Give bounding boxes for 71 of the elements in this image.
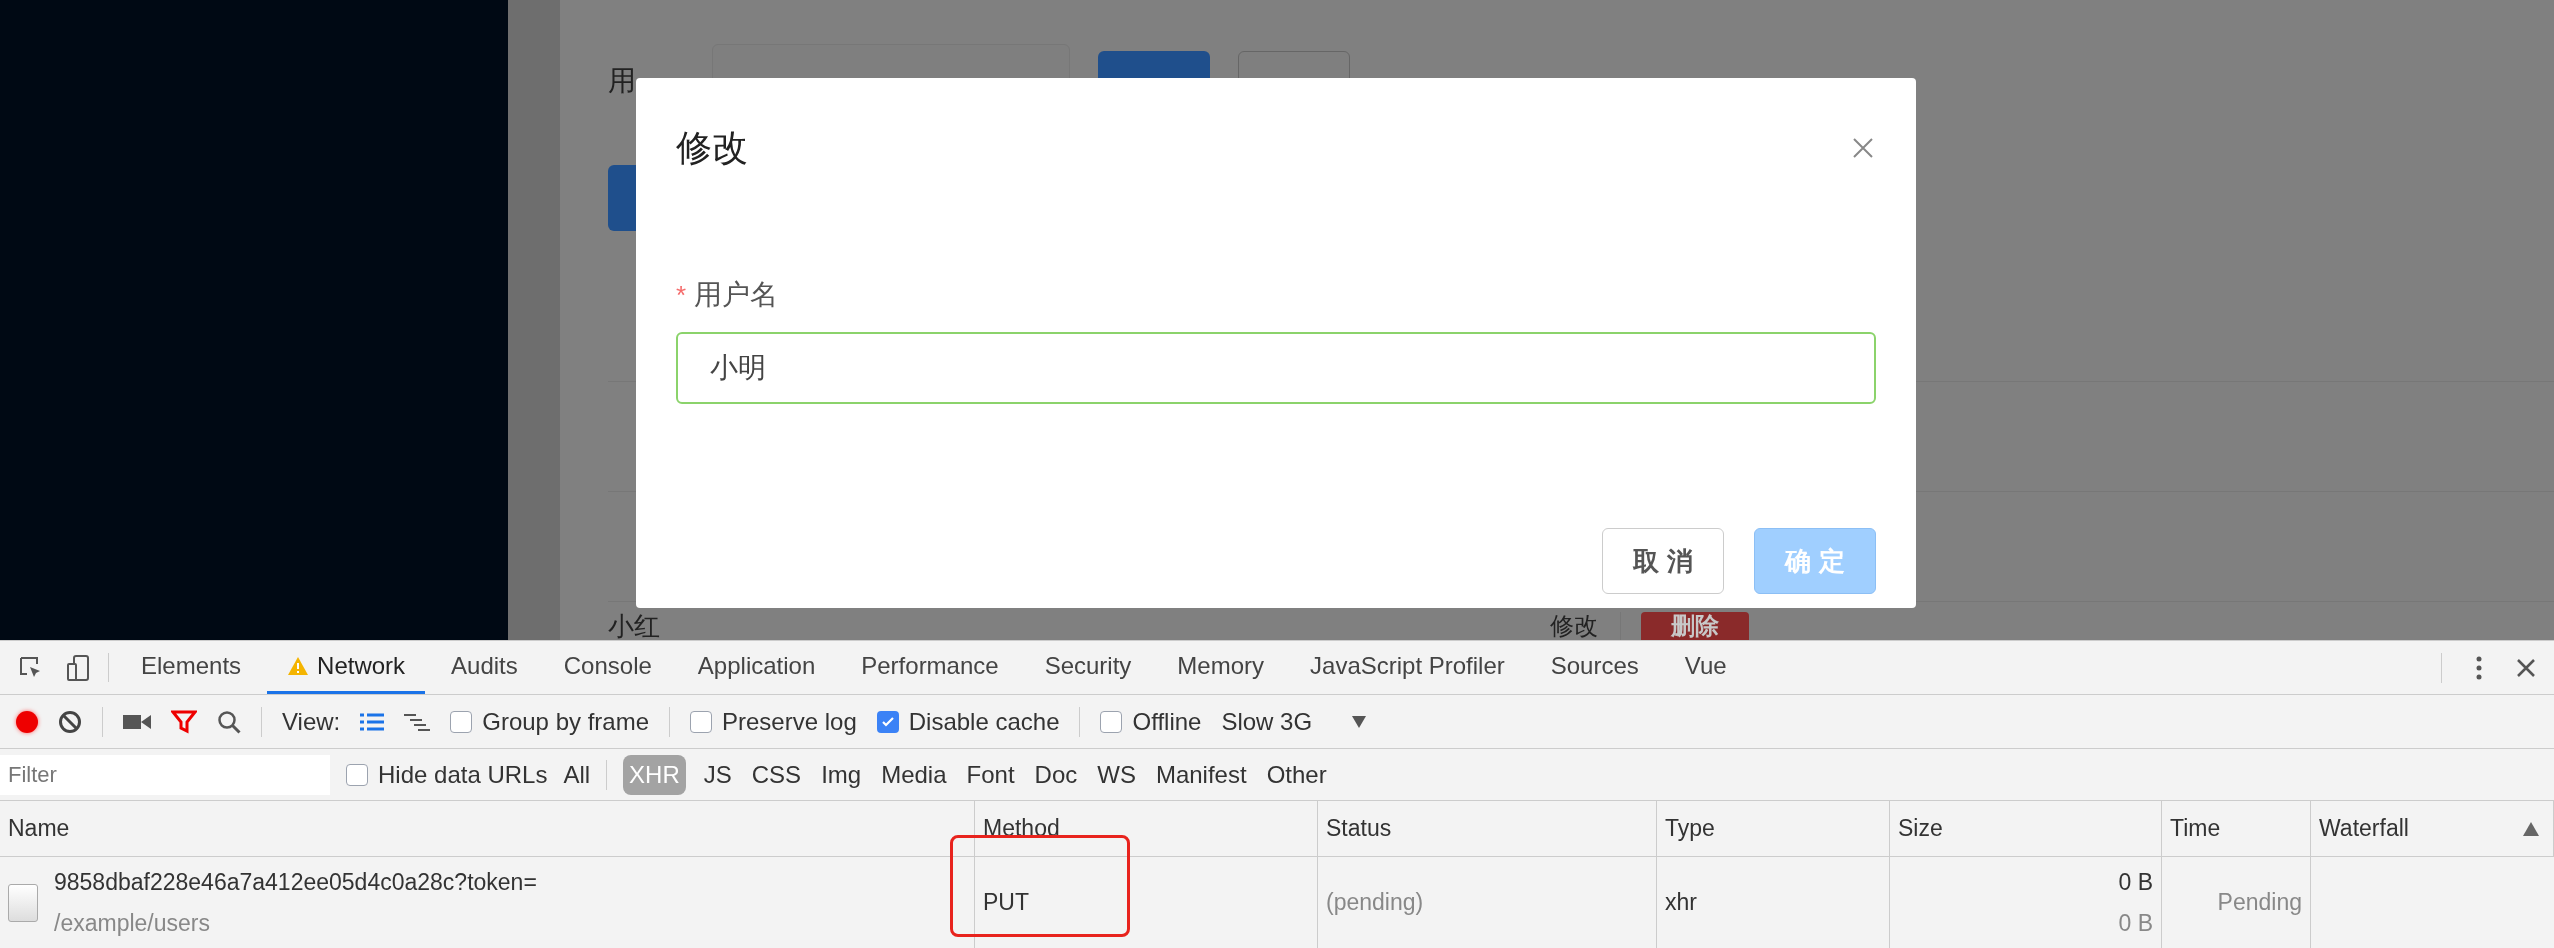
checkbox[interactable] [450,710,473,733]
file-icon [8,883,38,922]
list-view-icon[interactable] [360,712,385,731]
filter-type[interactable]: CSS [749,756,804,793]
devtools-tab[interactable]: Elements [121,641,262,694]
view-label: View: [282,706,341,737]
column-header[interactable]: Waterfall [2311,801,2554,856]
option-label: Offline [1132,706,1202,737]
action-button[interactable]: 删除 [1641,612,1749,640]
sort-icon [2523,821,2539,836]
devtools-tab[interactable]: Security [1024,641,1152,694]
required-mark: * [676,278,687,312]
username-field[interactable]: 小明 [676,332,1876,404]
check-icon [880,714,895,729]
table-cell-text: xhr [1665,888,1697,918]
waterfall-view-icon[interactable] [404,712,431,731]
table-cell-text: 0 B [2118,868,2153,897]
checkbox[interactable] [346,763,368,786]
column-header[interactable]: Type [1657,801,1890,856]
search-label: 用 [608,64,637,98]
filter-icon[interactable] [171,709,197,734]
checkbox[interactable] [690,710,712,733]
checkbox[interactable] [876,710,899,733]
device-icon[interactable] [66,653,90,682]
table-cell-text: (pending) [1326,888,1424,918]
filter-type[interactable]: Media [879,756,949,793]
filter-field[interactable]: Filter [0,754,330,795]
dropdown-icon[interactable] [1352,715,1367,728]
record-button[interactable] [16,710,38,733]
table-cell-text: 小红 [608,612,661,640]
camera-icon[interactable] [123,712,151,731]
filter-type[interactable]: JS [701,756,734,793]
dialog-title: 修改 [676,126,748,170]
close-icon[interactable] [2516,657,2536,678]
checkbox[interactable] [1100,710,1123,733]
devtools-tab[interactable]: Vue [1664,641,1747,694]
devtools-tab[interactable]: Memory [1157,641,1285,694]
filter-type[interactable]: All [563,756,591,793]
filter-type[interactable]: Other [1264,756,1329,793]
devtools-tab[interactable]: Network [267,641,426,694]
devtools-tab[interactable]: Sources [1530,641,1659,694]
option-label: Disable cache [908,706,1060,737]
filter-type[interactable]: Img [819,756,864,793]
option-label: Preserve log [722,706,857,737]
filter-type[interactable]: WS [1095,756,1138,793]
close-icon[interactable] [1852,137,1874,159]
column-header[interactable]: Status [1318,801,1657,856]
devtools-tab[interactable]: Performance [841,641,1019,694]
field-label: 用户名 [694,278,779,312]
option-label: Hide data URLs [378,759,548,790]
devtools-tab[interactable]: Console [543,641,672,694]
more-icon[interactable] [2476,655,2482,680]
table-cell-text: PUT [983,888,1029,918]
table-cell-text: Pending [2217,888,2302,918]
table-cell-text: 0 B [2118,908,2153,938]
clear-icon[interactable] [58,709,82,734]
column-header[interactable]: Time [2162,801,2311,856]
column-header[interactable]: Name [0,801,975,856]
devtools-tab[interactable]: Audits [431,641,538,694]
filter-type[interactable]: Manifest [1153,756,1249,793]
filter-type[interactable]: Font [964,756,1017,793]
devtools-tab[interactable]: Application [677,641,836,694]
throttle-select[interactable]: Slow 3G [1221,703,1313,740]
filter-type[interactable]: Doc [1032,756,1080,793]
cancel-button[interactable]: 取 消 [1602,528,1724,594]
option-label: Group by frame [482,706,649,737]
search-icon[interactable] [217,709,241,734]
request-path: /example/users [54,908,211,938]
column-header[interactable]: Size [1890,801,2162,856]
request-name[interactable]: 9858dbaf228e46a7a412ee05d4c0a28c?token= [54,865,537,900]
devtools-tab[interactable]: JavaScript Profiler [1290,641,1525,694]
